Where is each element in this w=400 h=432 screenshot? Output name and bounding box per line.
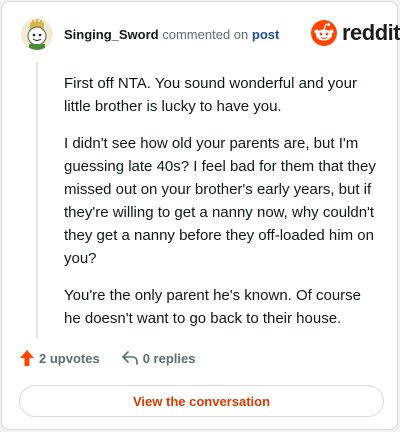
reply-button[interactable]: 0 replies — [121, 350, 196, 366]
upvote-count: 2 upvotes — [39, 350, 100, 366]
reddit-logo[interactable]: reddit — [311, 20, 400, 46]
comment-card: Singing_Sword commented on post reddit F… — [1, 1, 400, 430]
upvote-arrow-icon — [20, 350, 34, 366]
view-conversation-button[interactable]: View the conversation — [19, 385, 384, 417]
avatar[interactable] — [21, 18, 53, 50]
comment-actions: 2 upvotes 0 replies — [20, 350, 217, 366]
comment-paragraph: First off NTA. You sound wonderful and y… — [64, 75, 357, 115]
avatar-illustration-icon — [21, 18, 53, 50]
username-link[interactable]: Singing_Sword — [64, 27, 159, 42]
upvote-button[interactable]: 2 upvotes — [20, 350, 100, 366]
thread-line — [36, 62, 38, 338]
post-link[interactable]: post — [252, 27, 279, 42]
comment-paragraph: I didn't see how old your parents are, b… — [64, 135, 376, 267]
reddit-snoo-icon — [311, 20, 337, 46]
comment-header: Singing_Sword commented on post — [64, 27, 279, 42]
comment-paragraph: You're the only parent he's known. Of co… — [64, 287, 362, 327]
comment-body: First off NTA. You sound wonderful and y… — [64, 72, 380, 344]
action-text: commented on — [162, 27, 249, 42]
reply-count: 0 replies — [142, 350, 196, 366]
logo-text: reddit — [342, 20, 400, 45]
reply-arrow-icon — [121, 351, 138, 365]
